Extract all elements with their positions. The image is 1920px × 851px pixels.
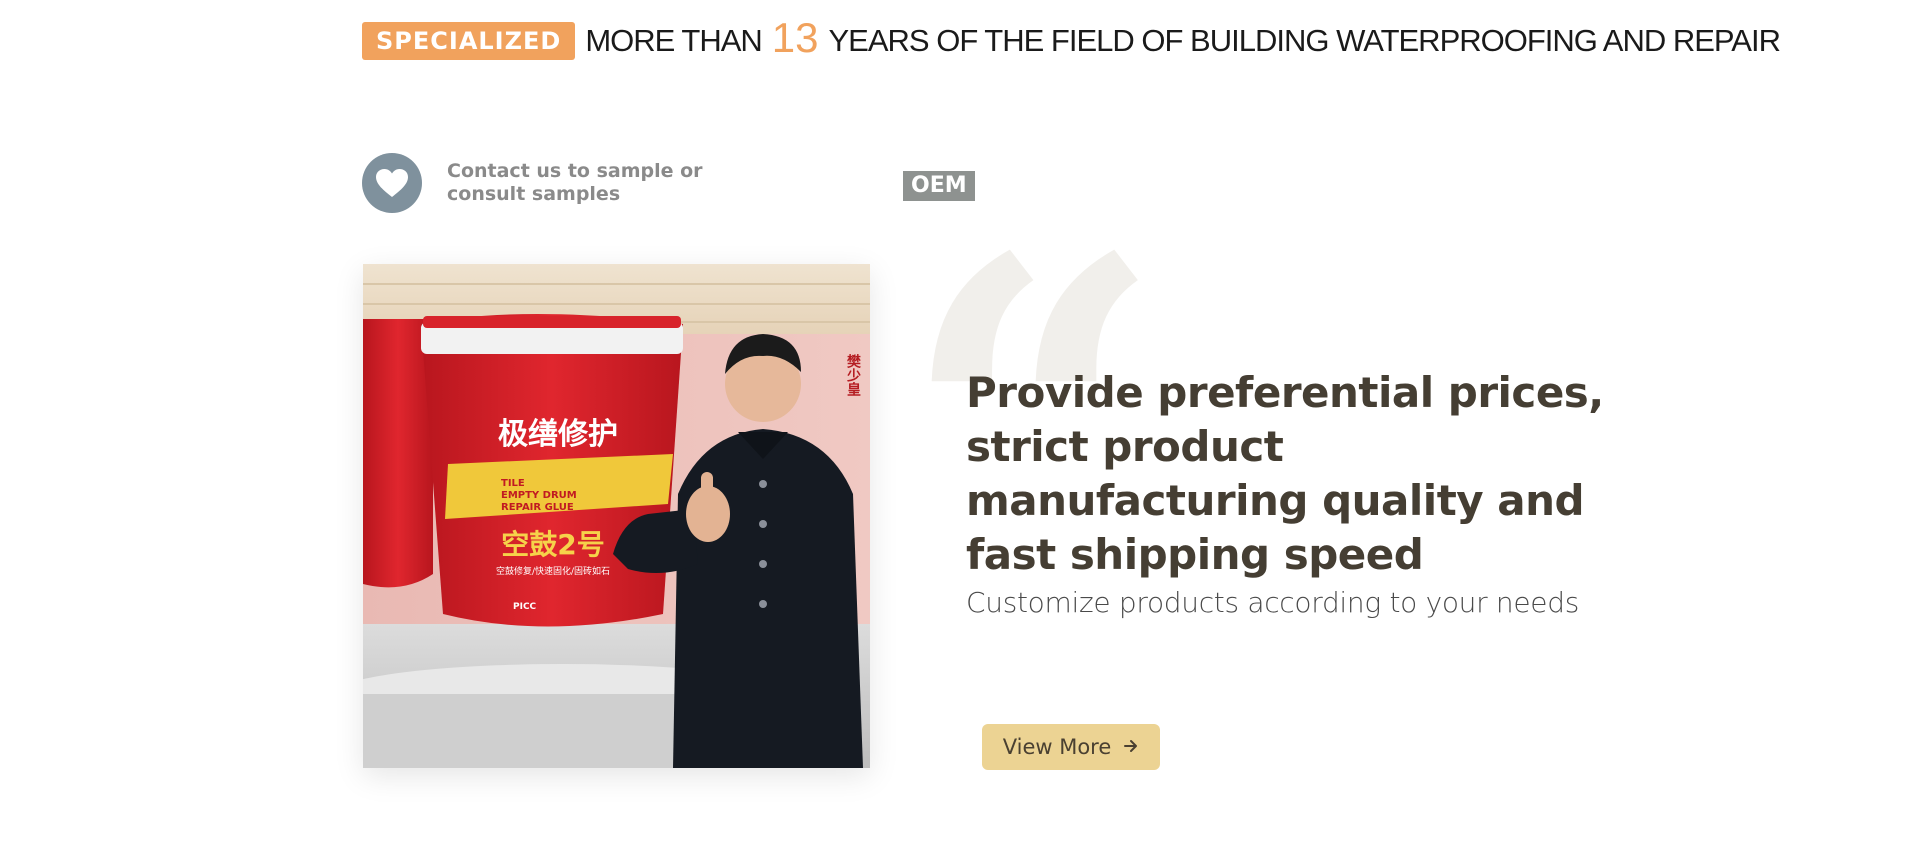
tagline-years-number: 13 [771, 14, 819, 61]
view-more-label: View More [1002, 735, 1112, 759]
arrow-right-icon [1123, 735, 1139, 759]
feature-subtitle: Customize products according to your nee… [966, 586, 1579, 619]
side-text: 樊少皇 [845, 353, 862, 397]
view-more-button[interactable]: View More [982, 724, 1160, 770]
tagline-banner: SPECIALIZED MORE THAN 13 YEARS OF THE FI… [362, 14, 1781, 68]
heart-icon [362, 153, 422, 213]
contact-sample-link[interactable]: Contact us to sample or consult samples [362, 153, 707, 213]
bucket-product-name: 空鼓2号 [501, 528, 604, 561]
svg-text:REPAIR GLUE: REPAIR GLUE [501, 502, 574, 513]
svg-text:TILE: TILE [501, 478, 525, 489]
svg-text:EMPTY DRUM: EMPTY DRUM [501, 490, 577, 501]
svg-text:PICC: PICC [513, 602, 537, 612]
tagline-prefix: MORE THAN [585, 23, 762, 58]
svg-text:空鼓修复/快速固化/固砖如石: 空鼓修复/快速固化/固砖如石 [496, 565, 610, 577]
tagline-suffix: YEARS OF THE FIELD OF BUILDING WATERPROO… [828, 23, 1781, 58]
bucket-title: 极缮修护 [498, 417, 618, 452]
product-photo: 极缮修护 TILE EMPTY DRUM REPAIR GLUE 空鼓2号 空鼓… [363, 264, 870, 768]
feature-headline: Provide preferential prices, strict prod… [966, 368, 1604, 579]
specialized-badge: SPECIALIZED [362, 22, 576, 60]
contact-text: Contact us to sample or consult samples [447, 160, 703, 205]
